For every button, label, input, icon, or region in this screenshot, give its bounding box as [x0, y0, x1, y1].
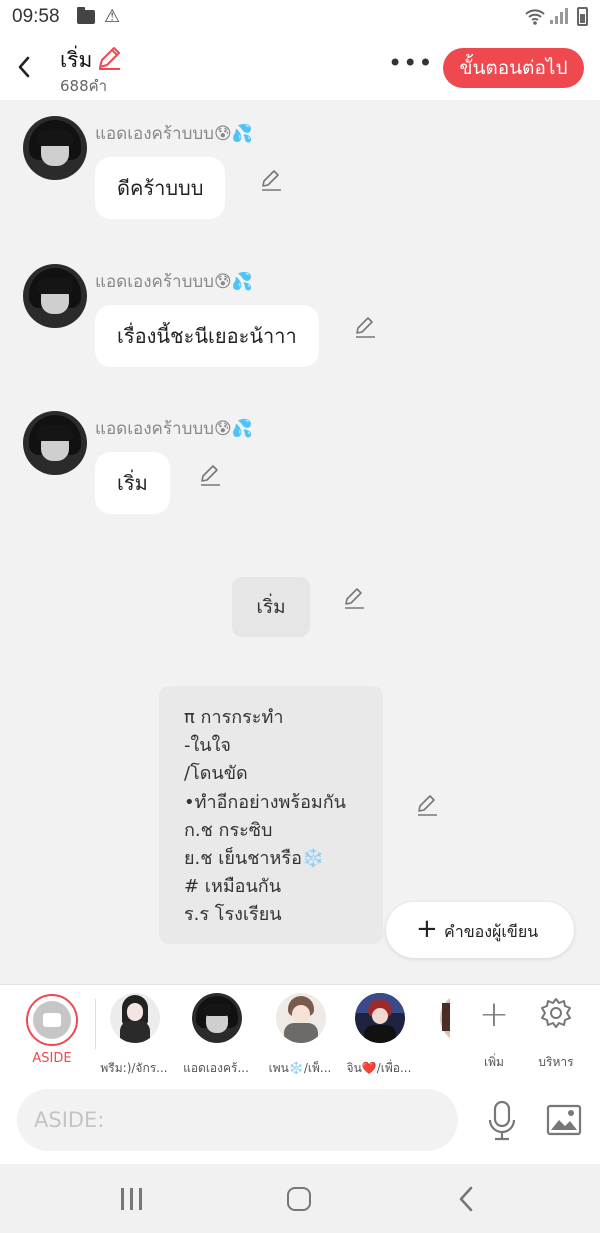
note-line: ย.ช เย็นชาหรือ❄️ — [184, 848, 325, 870]
message-bubble[interactable]: เริ่ม — [95, 452, 170, 514]
sender-name: แอดเองคร้าบบบ😰💦 — [95, 120, 253, 147]
folder-icon — [77, 7, 95, 24]
narration-bubble[interactable]: เริ่ม — [232, 577, 310, 637]
edit-pencil-icon[interactable] — [353, 315, 377, 339]
battery-icon — [577, 7, 588, 26]
header: เริ่ม 688คำ ••• ขั้นตอนต่อไป — [0, 36, 600, 100]
note-line: π การกระทำ — [184, 707, 284, 728]
author-note-label: คำของผู้เขียน — [444, 922, 539, 941]
edit-pencil-icon[interactable] — [342, 586, 366, 610]
avatar[interactable] — [23, 411, 87, 475]
input-bar — [0, 1078, 600, 1164]
warning-icon: ⚠ — [104, 6, 121, 27]
sender-name: แอดเองคร้าบบบ😰💦 — [95, 415, 253, 442]
system-nav-bar — [0, 1164, 600, 1233]
sender-emoji: 😰💦 — [213, 272, 253, 292]
note-line: ก.ช กระซิบ — [184, 819, 273, 841]
add-character-button[interactable]: + เพิ่ม — [476, 995, 512, 1071]
character-label: พรีม:)/จักร... — [100, 1061, 168, 1075]
sender-name: แอดเองคร้าบบบ😰💦 — [95, 268, 253, 295]
add-label: เพิ่ม — [484, 1055, 504, 1069]
note-line: •ทำอีกอย่างพร้อมกัน — [184, 791, 346, 813]
microphone-icon[interactable] — [486, 1100, 518, 1142]
edit-pencil-icon[interactable] — [259, 168, 283, 192]
edit-title-icon[interactable] — [96, 45, 122, 71]
character-label: แอดเองคร้... — [183, 1061, 249, 1075]
plus-icon: + — [416, 914, 438, 944]
avatar[interactable] — [23, 264, 87, 328]
legend-note[interactable]: π การกระทำ -ในใจ /โดนขัด •ทำอีกอย่างพร้อ… — [159, 686, 383, 944]
avatar — [192, 993, 242, 1043]
avatar — [276, 993, 326, 1043]
sender-name-text: แอดเองคร้าบบบ — [95, 272, 214, 292]
home-icon[interactable] — [287, 1187, 311, 1211]
manage-button[interactable]: บริหาร — [534, 995, 578, 1071]
status-time: 09:58 — [12, 6, 60, 27]
character-label: จิน❤️/เพื่อ... — [346, 1061, 412, 1075]
back-button[interactable] — [12, 52, 36, 82]
author-note-button[interactable]: + คำของผู้เขียน — [386, 902, 574, 958]
word-count: 688คำ — [60, 77, 108, 95]
note-line: ร.ร โรงเรียน — [184, 904, 282, 926]
next-step-button[interactable]: ขั้นตอนต่อไป — [443, 48, 584, 88]
sender-emoji: 😰💦 — [213, 419, 253, 439]
recents-icon[interactable] — [119, 1188, 143, 1210]
plus-icon: + — [478, 994, 510, 1035]
aside-icon — [33, 1001, 71, 1039]
gear-icon — [541, 998, 571, 1028]
edit-pencil-icon[interactable] — [415, 793, 439, 817]
divider — [95, 999, 96, 1049]
aside-button[interactable] — [26, 994, 78, 1046]
character-label: เพน❄️/เพ็... — [268, 1061, 332, 1075]
edit-pencil-icon[interactable] — [198, 463, 222, 487]
chevron-left-icon — [18, 56, 30, 78]
page-title: เริ่ม — [60, 48, 93, 72]
avatar — [110, 993, 160, 1043]
character-bar: ASIDE พรีม:)/จักร... แอดเองคร้... เพน❄️/… — [0, 984, 600, 1078]
note-line: -ในใจ — [184, 735, 231, 757]
image-icon[interactable] — [546, 1104, 582, 1136]
status-bar: 09:58 ⚠ — [0, 0, 600, 36]
more-options-button[interactable]: ••• — [388, 51, 432, 80]
avatar — [355, 993, 405, 1043]
sender-name-text: แอดเองคร้าบบบ — [95, 124, 214, 144]
signal-icon — [550, 8, 568, 24]
note-line: /โดนขัด — [184, 763, 248, 785]
aside-input[interactable] — [17, 1089, 458, 1151]
note-line: # เหมือนกัน — [184, 876, 282, 898]
aside-label: ASIDE — [32, 1051, 72, 1066]
wifi-icon — [524, 6, 546, 30]
message-bubble[interactable]: ดีคร้าบบบ — [95, 157, 226, 219]
manage-label: บริหาร — [538, 1055, 574, 1069]
avatar[interactable] — [23, 116, 87, 180]
back-nav-icon[interactable] — [456, 1184, 476, 1214]
sender-emoji: 😰💦 — [213, 124, 253, 144]
message-bubble[interactable]: เรื่องนี้ชะนีเยอะน้าาา — [95, 305, 319, 367]
sender-name-text: แอดเองคร้าบบบ — [95, 419, 214, 439]
avatar-partial[interactable] — [440, 993, 450, 1043]
